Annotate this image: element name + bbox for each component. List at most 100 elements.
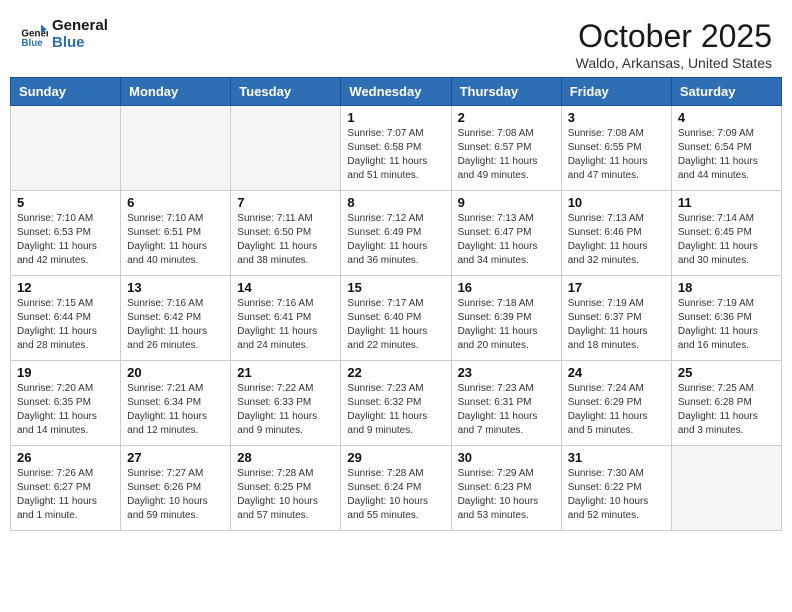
day-info: Sunrise: 7:13 AMSunset: 6:47 PMDaylight:… — [458, 212, 555, 268]
cell-w2-d3: 7 Sunrise: 7:11 AMSunset: 6:50 PMDaylight… — [231, 191, 341, 276]
header-thursday: Thursday — [451, 78, 561, 106]
day-info: Sunrise: 7:28 AMSunset: 6:25 PMDaylight:… — [237, 467, 334, 523]
header-monday: Monday — [121, 78, 231, 106]
cell-w5-d1: 26 Sunrise: 7:26 AMSunset: 6:27 PMDayligh… — [11, 446, 121, 531]
logo-icon: General Blue — [20, 21, 48, 49]
day-info: Sunrise: 7:08 AMSunset: 6:57 PMDaylight:… — [458, 127, 555, 183]
day-number: 31 — [568, 450, 665, 465]
day-info: Sunrise: 7:26 AMSunset: 6:27 PMDaylight:… — [17, 467, 114, 523]
day-info: Sunrise: 7:21 AMSunset: 6:34 PMDaylight:… — [127, 382, 224, 438]
day-info: Sunrise: 7:30 AMSunset: 6:22 PMDaylight:… — [568, 467, 665, 523]
cell-w2-d5: 9 Sunrise: 7:13 AMSunset: 6:47 PMDaylight… — [451, 191, 561, 276]
day-number: 5 — [17, 195, 114, 210]
header-wednesday: Wednesday — [341, 78, 451, 106]
day-info: Sunrise: 7:25 AMSunset: 6:28 PMDaylight:… — [678, 382, 775, 438]
title-block: October 2025 Waldo, Arkansas, United Sta… — [576, 18, 772, 71]
header-sunday: Sunday — [11, 78, 121, 106]
day-number: 4 — [678, 110, 775, 125]
days-header-row: Sunday Monday Tuesday Wednesday Thursday… — [11, 78, 782, 106]
day-info: Sunrise: 7:11 AMSunset: 6:50 PMDaylight:… — [237, 212, 334, 268]
week-row-2: 5Sunrise: 7:10 AMSunset: 6:53 PMDaylight… — [11, 191, 782, 276]
day-number: 29 — [347, 450, 444, 465]
cell-w5-d3: 28 Sunrise: 7:28 AMSunset: 6:25 PMDayligh… — [231, 446, 341, 531]
header-saturday: Saturday — [671, 78, 781, 106]
day-number: 18 — [678, 280, 775, 295]
day-info: Sunrise: 7:14 AMSunset: 6:45 PMDaylight:… — [678, 212, 775, 268]
cell-w1-d5: 2 Sunrise: 7:08 AMSunset: 6:57 PMDaylight… — [451, 106, 561, 191]
day-info: Sunrise: 7:08 AMSunset: 6:55 PMDaylight:… — [568, 127, 665, 183]
day-number: 26 — [17, 450, 114, 465]
day-number: 3 — [568, 110, 665, 125]
day-number: 17 — [568, 280, 665, 295]
cell-w3-d6: 17Sunrise: 7:19 AMSunset: 6:37 PMDayligh… — [561, 276, 671, 361]
day-number: 2 — [458, 110, 555, 125]
svg-text:Blue: Blue — [21, 38, 43, 49]
day-info: Sunrise: 7:07 AMSunset: 6:58 PMDaylight:… — [347, 127, 444, 183]
cell-w3-d2: 13 Sunrise: 7:16 AMSunset: 6:42 PMDayligh… — [121, 276, 231, 361]
cell-w1-d3 — [231, 106, 341, 191]
day-number: 23 — [458, 365, 555, 380]
cell-w3-d1: 12Sunrise: 7:15 AMSunset: 6:44 PMDayligh… — [11, 276, 121, 361]
week-row-5: 26 Sunrise: 7:26 AMSunset: 6:27 PMDayligh… — [11, 446, 782, 531]
day-info: Sunrise: 7:19 AMSunset: 6:36 PMDaylight:… — [678, 297, 775, 353]
day-info: Sunrise: 7:24 AMSunset: 6:29 PMDaylight:… — [568, 382, 665, 438]
day-number: 15 — [347, 280, 444, 295]
cell-w5-d5: 30 Sunrise: 7:29 AMSunset: 6:23 PMDayligh… — [451, 446, 561, 531]
logo-general: General — [52, 18, 108, 35]
day-number: 25 — [678, 365, 775, 380]
day-number: 30 — [458, 450, 555, 465]
day-number: 10 — [568, 195, 665, 210]
day-number: 20 — [127, 365, 224, 380]
day-number: 21 — [237, 365, 334, 380]
day-info: Sunrise: 7:16 AMSunset: 6:41 PMDaylight:… — [237, 297, 334, 353]
day-info: Sunrise: 7:16 AMSunset: 6:42 PMDaylight:… — [127, 297, 224, 353]
header-tuesday: Tuesday — [231, 78, 341, 106]
cell-w2-d2: 6Sunrise: 7:10 AMSunset: 6:51 PMDaylight… — [121, 191, 231, 276]
day-info: Sunrise: 7:09 AMSunset: 6:54 PMDaylight:… — [678, 127, 775, 183]
day-number: 24 — [568, 365, 665, 380]
cell-w4-d6: 24 Sunrise: 7:24 AMSunset: 6:29 PMDayligh… — [561, 361, 671, 446]
cell-w4-d7: 25 Sunrise: 7:25 AMSunset: 6:28 PMDayligh… — [671, 361, 781, 446]
day-info: Sunrise: 7:29 AMSunset: 6:23 PMDaylight:… — [458, 467, 555, 523]
day-info: Sunrise: 7:27 AMSunset: 6:26 PMDaylight:… — [127, 467, 224, 523]
day-number: 14 — [237, 280, 334, 295]
cell-w2-d1: 5Sunrise: 7:10 AMSunset: 6:53 PMDaylight… — [11, 191, 121, 276]
day-info: Sunrise: 7:28 AMSunset: 6:24 PMDaylight:… — [347, 467, 444, 523]
day-number: 13 — [127, 280, 224, 295]
location: Waldo, Arkansas, United States — [576, 55, 772, 71]
cell-w1-d2 — [121, 106, 231, 191]
cell-w1-d4: 1 Sunrise: 7:07 AMSunset: 6:58 PMDaylight… — [341, 106, 451, 191]
cell-w2-d6: 10 Sunrise: 7:13 AMSunset: 6:46 PMDayligh… — [561, 191, 671, 276]
day-info: Sunrise: 7:23 AMSunset: 6:31 PMDaylight:… — [458, 382, 555, 438]
day-number: 9 — [458, 195, 555, 210]
cell-w1-d6: 3 Sunrise: 7:08 AMSunset: 6:55 PMDaylight… — [561, 106, 671, 191]
day-number: 22 — [347, 365, 444, 380]
day-number: 28 — [237, 450, 334, 465]
cell-w3-d5: 16Sunrise: 7:18 AMSunset: 6:39 PMDayligh… — [451, 276, 561, 361]
cell-w4-d4: 22Sunrise: 7:23 AMSunset: 6:32 PMDayligh… — [341, 361, 451, 446]
header-friday: Friday — [561, 78, 671, 106]
week-row-3: 12Sunrise: 7:15 AMSunset: 6:44 PMDayligh… — [11, 276, 782, 361]
cell-w2-d7: 11Sunrise: 7:14 AMSunset: 6:45 PMDayligh… — [671, 191, 781, 276]
day-info: Sunrise: 7:12 AMSunset: 6:49 PMDaylight:… — [347, 212, 444, 268]
week-row-4: 19Sunrise: 7:20 AMSunset: 6:35 PMDayligh… — [11, 361, 782, 446]
cell-w1-d1 — [11, 106, 121, 191]
day-info: Sunrise: 7:22 AMSunset: 6:33 PMDaylight:… — [237, 382, 334, 438]
cell-w4-d2: 20 Sunrise: 7:21 AMSunset: 6:34 PMDayligh… — [121, 361, 231, 446]
day-info: Sunrise: 7:18 AMSunset: 6:39 PMDaylight:… — [458, 297, 555, 353]
cell-w5-d7 — [671, 446, 781, 531]
logo-text: GeneralBlue — [52, 18, 108, 51]
day-info: Sunrise: 7:17 AMSunset: 6:40 PMDaylight:… — [347, 297, 444, 353]
day-number: 7 — [237, 195, 334, 210]
cell-w5-d2: 27 Sunrise: 7:27 AMSunset: 6:26 PMDayligh… — [121, 446, 231, 531]
logo-blue: Blue — [52, 35, 108, 52]
cell-w1-d7: 4 Sunrise: 7:09 AMSunset: 6:54 PMDaylight… — [671, 106, 781, 191]
day-info: Sunrise: 7:13 AMSunset: 6:46 PMDaylight:… — [568, 212, 665, 268]
week-row-1: 1 Sunrise: 7:07 AMSunset: 6:58 PMDaylight… — [11, 106, 782, 191]
day-number: 27 — [127, 450, 224, 465]
calendar-table: Sunday Monday Tuesday Wednesday Thursday… — [10, 77, 782, 531]
day-number: 8 — [347, 195, 444, 210]
day-number: 1 — [347, 110, 444, 125]
cell-w5-d6: 31 Sunrise: 7:30 AMSunset: 6:22 PMDayligh… — [561, 446, 671, 531]
day-info: Sunrise: 7:10 AMSunset: 6:51 PMDaylight:… — [127, 212, 224, 268]
